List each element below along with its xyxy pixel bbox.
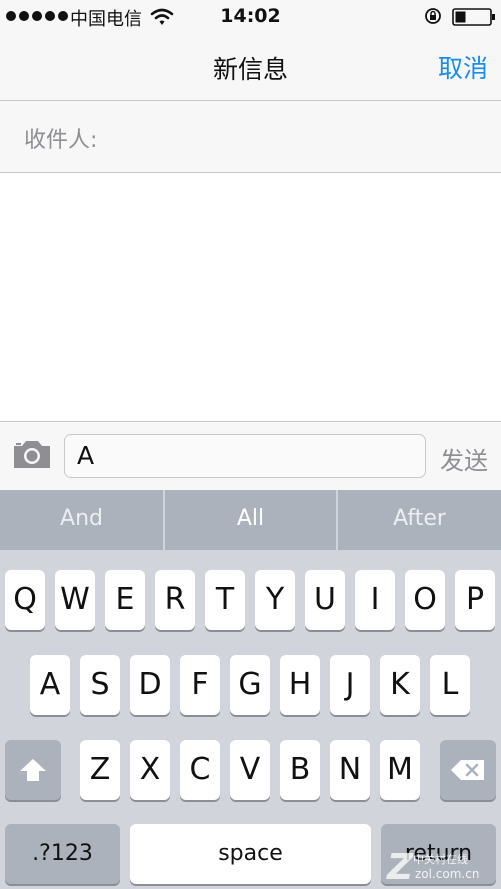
key-y[interactable]: Y — [255, 570, 295, 630]
message-input[interactable]: A — [64, 434, 426, 478]
key-x[interactable]: X — [130, 740, 170, 800]
key-q[interactable]: Q — [5, 570, 45, 630]
key-p[interactable]: P — [455, 570, 495, 630]
shift-icon — [20, 759, 46, 781]
recipient-row: 收件人: — [0, 101, 501, 173]
key-f[interactable]: F — [180, 655, 220, 715]
watermark-url: zol.com.cn — [415, 867, 480, 881]
key-d[interactable]: D — [130, 655, 170, 715]
battery-icon — [452, 8, 495, 26]
message-thread-area — [0, 173, 501, 421]
suggestion-bar: And All After — [0, 490, 501, 550]
key-n[interactable]: N — [330, 740, 370, 800]
status-bar: 中国电信 14:02 — [0, 0, 501, 34]
key-r[interactable]: R — [155, 570, 195, 630]
watermark-name: 中关村在线 — [413, 853, 468, 866]
camera-icon[interactable] — [12, 438, 52, 470]
suggestion-and[interactable]: And — [0, 490, 163, 550]
keyboard: And All After Q W E R T Y U I O P A S D … — [0, 490, 501, 889]
recipient-input[interactable] — [120, 111, 480, 163]
watermark-logo: Z 中关村在线 zol.com.cn — [387, 847, 480, 888]
key-g[interactable]: G — [230, 655, 270, 715]
key-b[interactable]: B — [280, 740, 320, 800]
shift-key[interactable] — [5, 740, 61, 800]
key-s[interactable]: S — [80, 655, 120, 715]
key-t[interactable]: T — [205, 570, 245, 630]
navigation-bar: 新信息 取消 — [0, 34, 501, 101]
delete-key[interactable] — [440, 740, 496, 800]
numbers-key[interactable]: .?123 — [5, 824, 120, 884]
delete-icon — [451, 760, 484, 780]
key-k[interactable]: K — [380, 655, 420, 715]
key-l[interactable]: L — [430, 655, 470, 715]
suggestion-all[interactable]: All — [165, 490, 336, 550]
key-u[interactable]: U — [305, 570, 345, 630]
send-button[interactable]: 发送 — [440, 441, 488, 476]
key-j[interactable]: J — [330, 655, 370, 715]
compose-bar: A 发送 — [0, 421, 501, 490]
key-o[interactable]: O — [405, 570, 445, 630]
key-h[interactable]: H — [280, 655, 320, 715]
key-a[interactable]: A — [30, 655, 70, 715]
rotation-lock-icon — [425, 8, 441, 24]
key-m[interactable]: M — [380, 740, 420, 800]
key-i[interactable]: I — [355, 570, 395, 630]
recipient-label: 收件人: — [24, 128, 98, 153]
key-z[interactable]: Z — [80, 740, 120, 800]
key-v[interactable]: V — [230, 740, 270, 800]
key-c[interactable]: C — [180, 740, 220, 800]
suggestion-after[interactable]: After — [338, 490, 501, 550]
page-title: 新信息 — [212, 55, 288, 84]
cancel-button[interactable]: 取消 — [438, 49, 488, 85]
space-key[interactable]: space — [130, 824, 371, 884]
key-w[interactable]: W — [55, 570, 95, 630]
key-e[interactable]: E — [105, 570, 145, 630]
